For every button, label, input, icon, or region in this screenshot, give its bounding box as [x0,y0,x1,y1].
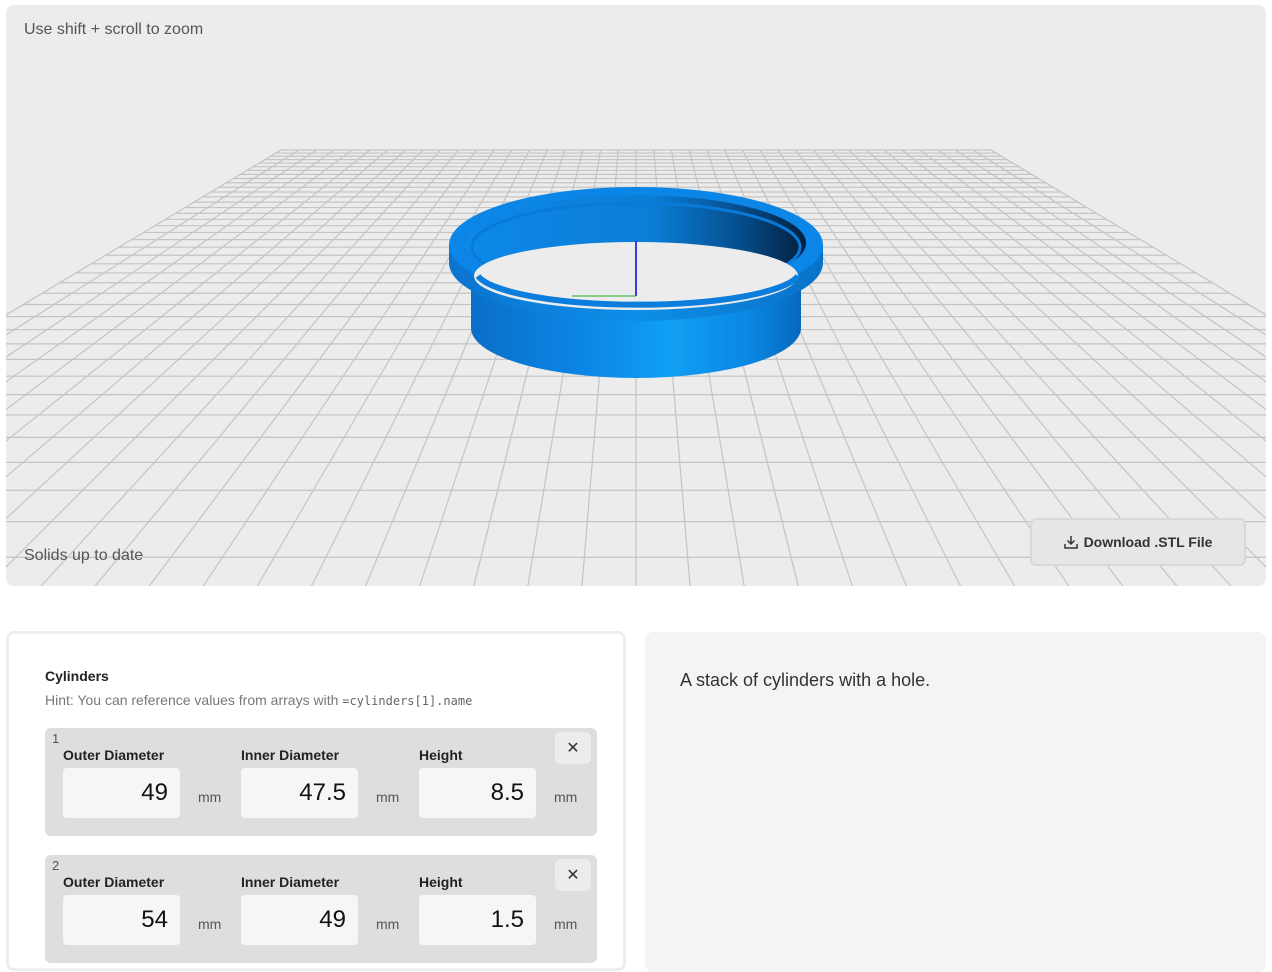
model-description: A stack of cylinders with a hole. [680,670,931,690]
section-title: Cylinders [45,668,109,684]
download-stl-button[interactable]: Download .STL File [1030,518,1246,566]
height-unit: mm [554,916,578,932]
cylinder-index: 2 [52,858,60,873]
height-unit: mm [554,789,578,805]
outer-diameter-label: Outer Diameter [63,874,165,890]
solids-status: Solids up to date [24,547,144,564]
inner-diameter-unit: mm [376,789,400,805]
inner-diameter-unit: mm [376,916,400,932]
height-label: Height [419,747,463,763]
zoom-hint: Use shift + scroll to zoom [24,21,204,38]
model-viewer[interactable]: Use shift + scroll to zoom Solids up to … [6,5,1266,586]
outer-diameter-input[interactable]: 49 [63,768,180,818]
download-label: Download .STL File [1083,534,1213,550]
height-input[interactable]: 8.5 [419,768,536,818]
inner-diameter-input[interactable]: 49 [241,895,358,945]
hint-label: Hint: You can reference values from arra… [45,692,343,708]
outer-diameter-input[interactable]: 54 [63,895,180,945]
cylinder-card: 2 ✕ Outer Diameter 54 mm Inner Diameter … [45,855,597,963]
download-icon [1063,535,1078,549]
viewer-scene[interactable] [6,5,1266,586]
height-label: Height [419,874,463,890]
remove-cylinder-button[interactable]: ✕ [555,732,591,764]
inner-diameter-input[interactable]: 47.5 [241,768,358,818]
inner-diameter-label: Inner Diameter [241,747,340,763]
outer-diameter-unit: mm [198,916,222,932]
cylinder-stack-model[interactable] [449,187,823,378]
hint-text: Hint: You can reference values from arra… [45,692,472,708]
description-panel: A stack of cylinders with a hole. [645,632,1266,972]
cylinder-card: 1 ✕ Outer Diameter 49 mm Inner Diameter … [45,728,597,836]
parameters-panel: Cylinders Hint: You can reference values… [6,631,626,971]
outer-diameter-label: Outer Diameter [63,747,165,763]
remove-cylinder-button[interactable]: ✕ [555,859,591,891]
cylinder-index: 1 [52,731,60,746]
outer-diameter-unit: mm [198,789,222,805]
height-input[interactable]: 1.5 [419,895,536,945]
inner-diameter-label: Inner Diameter [241,874,340,890]
hint-code: =cylinders[1].name [342,694,473,708]
